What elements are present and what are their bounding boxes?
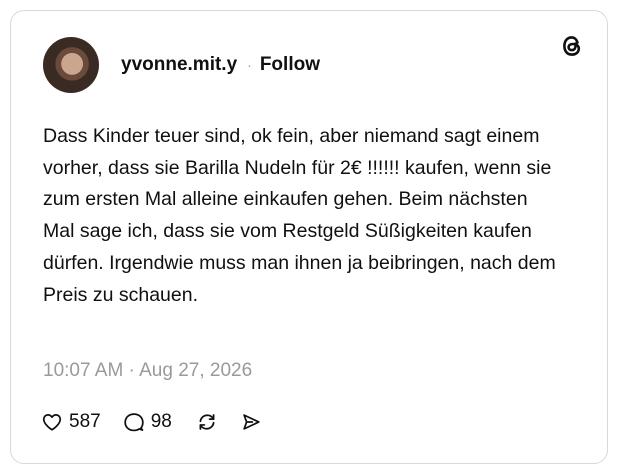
threads-logo-icon[interactable] [559,33,585,59]
action-bar: 587 98 [41,409,262,435]
comment-bubble-icon [124,413,144,432]
send-icon [243,414,260,430]
like-button[interactable]: 587 [41,411,101,433]
avatar[interactable] [43,37,99,93]
heart-icon [42,413,62,431]
separator-dot: · [247,57,252,73]
repost-icon [199,414,215,430]
post-body: Dass Kinder teuer sind, ok fein, aber ni… [43,125,556,306]
like-count: 587 [69,411,101,432]
username-link[interactable]: yvonne.mit.y [121,54,237,76]
post-header: yvonne.mit.y · Follow [43,37,320,93]
comment-button[interactable]: 98 [123,411,172,433]
comment-count: 98 [150,411,172,432]
post-card: yvonne.mit.y · Follow Dass Kinder teuer … [10,10,608,464]
repost-button[interactable] [196,411,218,433]
post-timestamp[interactable]: 10:07 AM · Aug 27, 2026 [43,360,252,382]
share-button[interactable] [240,411,262,433]
follow-button[interactable]: Follow [260,54,320,76]
